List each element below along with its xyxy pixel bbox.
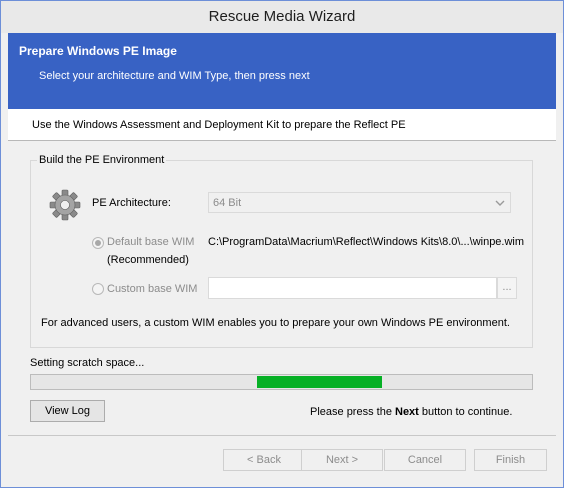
header-banner: Prepare Windows PE Image Select your arc… <box>8 33 556 109</box>
back-button[interactable]: < Back <box>223 449 305 471</box>
advanced-note: For advanced users, a custom WIM enables… <box>41 317 510 329</box>
progress-bar <box>30 374 533 390</box>
window-title: Rescue Media Wizard <box>208 8 356 25</box>
footer-separator <box>8 435 556 436</box>
continue-hint: Please press the Next button to continue… <box>310 406 512 418</box>
wizard-window: Rescue Media Wizard Prepare Windows PE I… <box>0 0 564 488</box>
default-wim-recommended: (Recommended) <box>107 254 189 266</box>
group-legend: Build the PE Environment <box>37 154 167 166</box>
view-log-button[interactable]: View Log <box>30 400 105 422</box>
gear-icon <box>49 189 81 221</box>
cancel-button[interactable]: Cancel <box>384 449 466 471</box>
status-text: Setting scratch space... <box>30 357 145 369</box>
custom-wim-input[interactable] <box>208 277 497 299</box>
hint-next-word: Next <box>395 406 419 418</box>
progress-fill <box>256 376 383 388</box>
chevron-down-icon <box>495 200 505 206</box>
info-strip: Use the Windows Assessment and Deploymen… <box>8 109 556 141</box>
default-wim-path: C:\ProgramData\Macrium\Reflect\Windows K… <box>208 236 525 248</box>
default-wim-label[interactable]: Default base WIM <box>107 236 194 248</box>
hint-prefix: Please press the <box>310 406 395 418</box>
banner-subheading: Select your architecture and WIM Type, t… <box>39 70 310 82</box>
info-text: Use the Windows Assessment and Deploymen… <box>32 119 406 131</box>
architecture-value: 64 Bit <box>213 197 242 209</box>
title-bar[interactable]: Rescue Media Wizard <box>1 1 563 33</box>
custom-wim-radio[interactable] <box>92 283 104 295</box>
default-wim-radio[interactable] <box>92 237 104 249</box>
finish-button[interactable]: Finish <box>474 449 547 471</box>
custom-wim-label[interactable]: Custom base WIM <box>107 283 197 295</box>
hint-suffix: button to continue. <box>418 406 513 418</box>
banner-heading: Prepare Windows PE Image <box>19 44 177 58</box>
architecture-label: PE Architecture: <box>92 197 171 209</box>
next-button[interactable]: Next > <box>301 449 383 471</box>
architecture-select[interactable]: 64 Bit <box>208 192 511 213</box>
browse-button[interactable]: ... <box>497 277 517 299</box>
